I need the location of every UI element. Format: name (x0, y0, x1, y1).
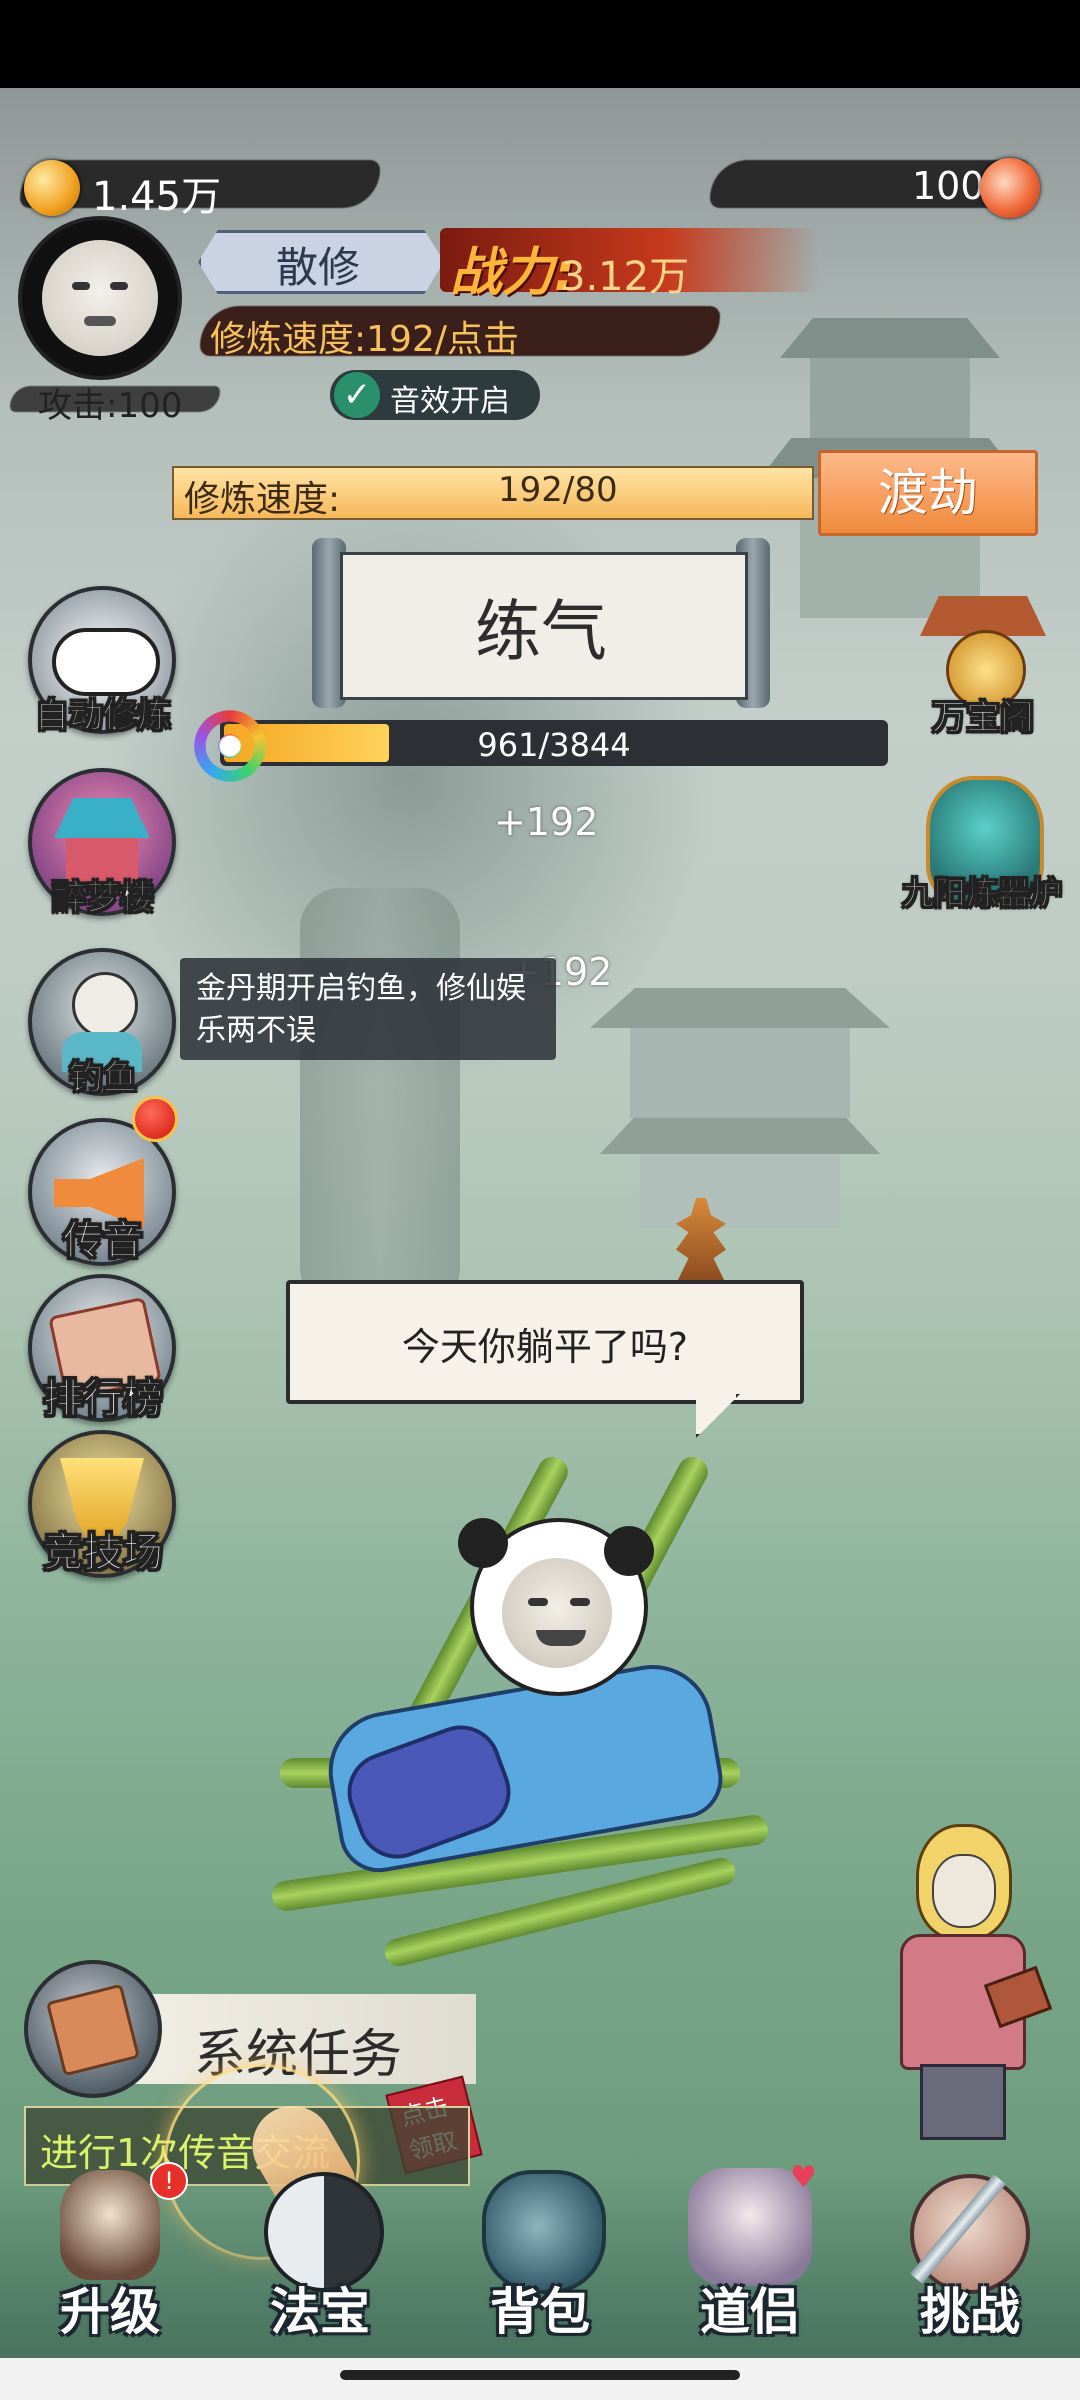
game-scene[interactable]: 1.45万 100 攻击:100 散修 战力: 3.12万 修炼速度:192/点… (0, 88, 1080, 2358)
pavilion-icon (54, 798, 150, 838)
status-bar (0, 0, 1080, 88)
tooltip-text: 金丹期开启钓鱼，修仙娱乐两不误 (196, 971, 526, 1048)
check-icon: ✓ (334, 372, 380, 418)
breakthrough-label: 渡劫 (878, 464, 978, 522)
speed-line-text: 修炼速度:192/点击 (210, 319, 519, 360)
attack-label: 攻击:100 (38, 386, 183, 426)
coin-icon (24, 160, 80, 216)
rank-label: 散修 (275, 243, 360, 292)
nav-upgrade-label: 升级 (60, 2283, 160, 2341)
sound-label: 音效开启 (390, 384, 510, 419)
cultivation-value: 192/80 (498, 470, 618, 510)
nav-upgrade-button[interactable]: ! 升级 (20, 2160, 200, 2350)
panda-character[interactable] (319, 1518, 729, 1879)
speech-bubble: 今天你躺平了吗? (286, 1280, 804, 1404)
power-value: 3.12万 (560, 254, 690, 300)
coin-amount: 1.45万 (92, 174, 222, 220)
task-scroll-icon (24, 1960, 162, 2098)
avatar-face (42, 240, 158, 356)
speech-text: 今天你躺平了吗? (401, 1325, 689, 1369)
nav-treasure-label: 法宝 (270, 2283, 370, 2341)
fishing-tooltip: 金丹期开启钓鱼，修仙娱乐两不误 (180, 958, 556, 1060)
nav-bag-button[interactable]: 背包 (450, 2160, 630, 2350)
player-avatar[interactable] (18, 216, 182, 380)
treasure-pavilion-label: 万宝阁 (932, 698, 1035, 739)
floating-gain: +192 (494, 800, 599, 844)
realm-progress-text: 961/3844 (477, 726, 631, 764)
nav-challenge-button[interactable]: 挑战 (880, 2160, 1060, 2350)
gem-amount: 100 (912, 164, 985, 208)
ranking-label: 排行榜 (43, 1376, 164, 1423)
fishing-icon (72, 972, 138, 1038)
broadcast-badge (132, 1096, 178, 1142)
upgrade-badge: ! (150, 2162, 188, 2200)
sound-toggle[interactable]: ✓ 音效开启 (330, 370, 540, 420)
fishing-label: 钓鱼 (69, 1058, 138, 1099)
power-label: 战力: (450, 243, 575, 303)
furnace-label: 九阳炼器炉 (901, 874, 1062, 913)
home-indicator[interactable] (340, 2370, 740, 2380)
nav-challenge-label: 挑战 (920, 2283, 1020, 2341)
panda-sleeping-icon (52, 628, 160, 696)
realm-name: 练气 (475, 593, 607, 670)
realm-progress-bar: 961/3844 (220, 720, 888, 766)
background-tree-trunk (300, 888, 460, 1308)
drunk-dream-tower-label: 醉梦楼 (52, 878, 155, 919)
cultivation-label: 修炼速度: (184, 479, 341, 520)
task-panel[interactable]: 系统任务 点击领取 进行1次传音交流 (24, 1954, 483, 2260)
gem-icon (980, 158, 1040, 218)
breakthrough-button[interactable]: 渡劫 (818, 450, 1038, 536)
nav-partner-label: 道侣 (700, 2283, 800, 2341)
arena-label: 竞技场 (43, 1530, 164, 1577)
upgrade-avatar-icon (60, 2170, 160, 2280)
auto-cultivate-label: 自动修炼 (35, 696, 172, 737)
background-temple (590, 948, 890, 1228)
nav-partner-button[interactable]: ♥ 道侣 (660, 2160, 840, 2350)
broadcast-label: 传音 (63, 1218, 144, 1265)
nav-bag-label: 背包 (490, 2283, 590, 2341)
realm-scroll[interactable]: 练气 (312, 538, 770, 708)
heart-icon: ♥ (790, 2160, 817, 2195)
merchant-character[interactable] (880, 1814, 1053, 2144)
nav-treasure-button[interactable]: 法宝 (230, 2160, 410, 2350)
